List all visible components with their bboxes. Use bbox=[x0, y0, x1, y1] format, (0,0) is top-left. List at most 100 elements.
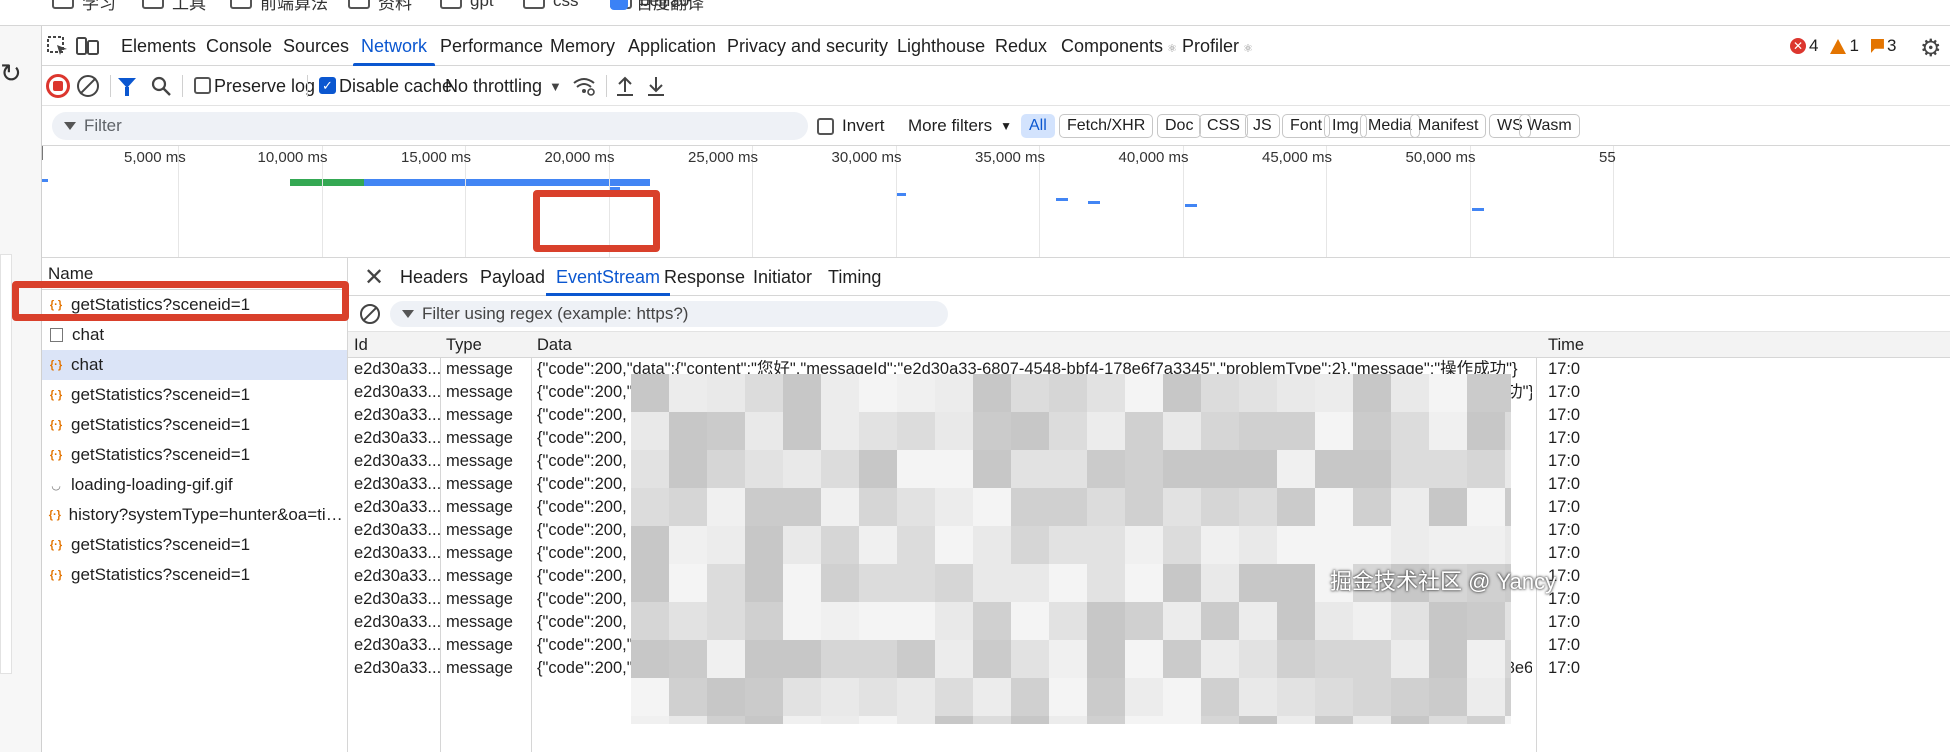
detail-tab-payload[interactable]: Payload bbox=[480, 258, 545, 296]
type-filter-doc[interactable]: Doc bbox=[1157, 114, 1202, 138]
tab-privacy-and-security[interactable]: Privacy and security bbox=[727, 26, 888, 66]
mosaic-tile bbox=[1087, 640, 1125, 678]
clear-messages-button[interactable] bbox=[360, 304, 380, 324]
mosaic-tile bbox=[1087, 450, 1125, 488]
eventstream-filter-input[interactable]: Filter using regex (example: https?) bbox=[390, 301, 948, 327]
warnings-badge[interactable]: 1 bbox=[1830, 36, 1859, 56]
bookmark-item[interactable]: 前端算法 bbox=[230, 0, 328, 13]
type-filter-js[interactable]: JS bbox=[1245, 114, 1280, 138]
bookmark-item[interactable]: 工具 bbox=[142, 0, 206, 13]
device-toolbar-icon[interactable] bbox=[76, 35, 100, 57]
mosaic-tile bbox=[1239, 640, 1277, 678]
record-stop-button[interactable] bbox=[46, 74, 70, 98]
mosaic-tile bbox=[897, 640, 935, 678]
detail-tab-response[interactable]: Response bbox=[664, 258, 745, 296]
type-filter-font[interactable]: Font bbox=[1282, 114, 1331, 138]
time-column-header[interactable]: Time bbox=[1548, 332, 1608, 357]
bookmark-label: 工具 bbox=[172, 0, 206, 13]
inspect-element-icon[interactable] bbox=[46, 35, 70, 57]
data-column-header[interactable]: Data bbox=[537, 332, 1532, 357]
tab-sources[interactable]: Sources bbox=[283, 26, 349, 66]
request-name: getStatistics?sceneid=1 bbox=[71, 415, 251, 434]
detail-tab-headers[interactable]: Headers bbox=[400, 258, 468, 296]
bookmark-item[interactable]: css bbox=[523, 0, 579, 12]
warning-icon bbox=[1830, 38, 1847, 54]
tab-console[interactable]: Console bbox=[206, 26, 272, 66]
mosaic-tile bbox=[745, 716, 783, 724]
more-filters-dropdown[interactable]: More filters ▼ bbox=[908, 106, 1012, 146]
import-har-icon[interactable] bbox=[614, 74, 636, 98]
invert-checkbox[interactable] bbox=[817, 117, 834, 135]
type-filter-css[interactable]: CSS bbox=[1199, 114, 1248, 138]
bookmark-item[interactable]: 资料 bbox=[348, 0, 412, 13]
close-detail-icon[interactable]: ✕ bbox=[364, 263, 384, 292]
errors-badge[interactable]: ✕ 4 bbox=[1790, 36, 1818, 56]
mosaic-tile bbox=[1049, 716, 1087, 724]
mosaic-tile bbox=[1391, 716, 1429, 724]
mosaic-tile bbox=[1201, 450, 1239, 488]
warnings-count: 1 bbox=[1849, 36, 1859, 55]
tab-network[interactable]: Network bbox=[352, 26, 436, 66]
mosaic-tile bbox=[897, 450, 935, 488]
tab-elements[interactable]: Elements bbox=[121, 26, 196, 66]
throttling-select[interactable]: No throttling bbox=[445, 66, 542, 106]
message-time-cell: 17:0 bbox=[1548, 429, 1581, 447]
type-filter-wasm[interactable]: Wasm bbox=[1519, 114, 1580, 138]
message-id-cell: e2d30a33... bbox=[354, 659, 440, 677]
request-row[interactable]: {·} getStatistics?sceneid=1 bbox=[42, 530, 347, 560]
tab-components[interactable]: Components ⚛ bbox=[1061, 26, 1177, 66]
bookmark-item[interactable]: gpt bbox=[440, 0, 494, 12]
filter-input[interactable]: Filter bbox=[52, 112, 808, 140]
preserve-log-checkbox[interactable] bbox=[194, 77, 211, 94]
bookmark-label: gpt bbox=[470, 0, 494, 10]
timeline-tick-label: 40,000 ms bbox=[1118, 149, 1189, 166]
tab-redux[interactable]: Redux bbox=[995, 26, 1047, 66]
issues-badges[interactable]: ✕ 4 1 3 bbox=[1790, 26, 1896, 66]
bookmark-item[interactable]: 百度翻译 bbox=[610, 0, 704, 13]
throttling-chevron-down-icon[interactable]: ▼ bbox=[549, 66, 562, 106]
request-row[interactable]: {·} chat bbox=[42, 350, 347, 380]
detail-tab-eventstream[interactable]: EventStream bbox=[545, 258, 671, 296]
export-har-icon[interactable] bbox=[645, 74, 667, 98]
id-column-header[interactable]: Id bbox=[354, 332, 440, 357]
bookmark-item[interactable]: 学习 bbox=[52, 0, 116, 13]
type-filter-fetch-xhr[interactable]: Fetch/XHR bbox=[1059, 114, 1154, 138]
mosaic-tile bbox=[631, 450, 669, 488]
type-filter-all[interactable]: All bbox=[1021, 114, 1055, 138]
disable-cache-label[interactable]: Disable cache bbox=[339, 66, 452, 106]
tab-label: Components bbox=[1061, 36, 1164, 56]
disable-cache-checkbox[interactable]: ✓ bbox=[319, 77, 336, 94]
info-badge[interactable]: 3 bbox=[1870, 36, 1896, 56]
mosaic-tile bbox=[1087, 412, 1125, 450]
mosaic-tile bbox=[973, 640, 1011, 678]
request-row[interactable]: chat bbox=[42, 320, 347, 350]
detail-tab-initiator[interactable]: Initiator bbox=[753, 258, 812, 296]
mosaic-tile bbox=[1467, 374, 1505, 412]
request-row[interactable]: {·} getStatistics?sceneid=1 bbox=[42, 380, 347, 410]
search-icon[interactable] bbox=[150, 75, 172, 97]
request-row[interactable]: ◡ loading-loading-gif.gif bbox=[42, 470, 347, 500]
detail-tab-timing[interactable]: Timing bbox=[828, 258, 881, 296]
filter-funnel-icon[interactable] bbox=[118, 78, 136, 96]
type-filter-manifest[interactable]: Manifest bbox=[1410, 114, 1487, 138]
tab-performance[interactable]: Performance bbox=[440, 26, 543, 66]
settings-gear-icon[interactable]: ⚙ bbox=[1920, 34, 1942, 63]
errors-count: 4 bbox=[1809, 36, 1819, 55]
network-conditions-icon[interactable] bbox=[572, 74, 596, 98]
tab-application[interactable]: Application bbox=[628, 26, 716, 66]
request-row[interactable]: {·} history?systemType=hunter&oa=tianyunx… bbox=[42, 500, 347, 530]
type-column-header[interactable]: Type bbox=[446, 332, 534, 357]
mosaic-tile bbox=[783, 678, 821, 716]
request-row[interactable]: {·} getStatistics?sceneid=1 bbox=[42, 560, 347, 590]
preserve-log-label[interactable]: Preserve log bbox=[214, 66, 315, 106]
translate-icon bbox=[610, 0, 628, 10]
timeline-overview[interactable]: 5,000 ms 10,000 ms 15,000 ms 20,000 ms 25,00… bbox=[42, 146, 1950, 258]
tab-profiler[interactable]: Profiler ⚛ bbox=[1182, 26, 1253, 66]
request-row[interactable]: {·} getStatistics?sceneid=1 bbox=[42, 440, 347, 470]
invert-toggle[interactable]: Invert bbox=[817, 106, 885, 146]
tab-lighthouse[interactable]: Lighthouse bbox=[897, 26, 985, 66]
tab-memory[interactable]: Memory bbox=[550, 26, 615, 66]
request-row[interactable]: {·} getStatistics?sceneid=1 bbox=[42, 410, 347, 440]
tab-label: Console bbox=[206, 36, 273, 56]
clear-log-button[interactable] bbox=[77, 75, 99, 97]
